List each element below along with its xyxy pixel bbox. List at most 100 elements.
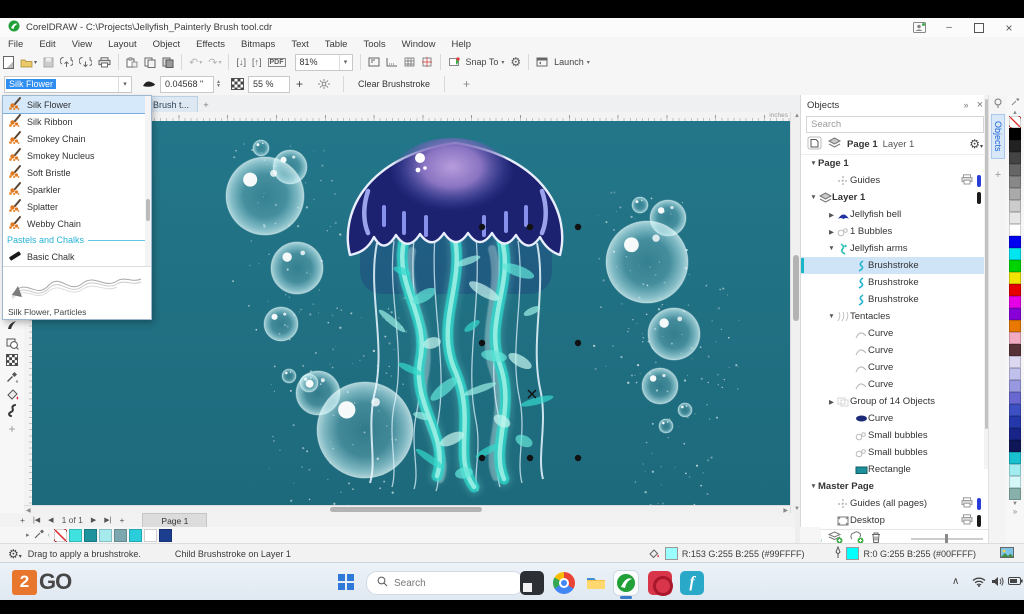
- clear-brushstroke-button[interactable]: Clear Brushstroke: [348, 79, 440, 89]
- transparency-plus-icon[interactable]: +: [296, 77, 303, 91]
- page-tab[interactable]: Page 1: [142, 512, 208, 528]
- selection-handle[interactable]: [574, 223, 582, 231]
- tree-item-curve[interactable]: Curve: [801, 325, 989, 342]
- expand-arrow-icon[interactable]: ▼: [827, 245, 836, 252]
- printable-icon[interactable]: [961, 513, 973, 528]
- export-icon[interactable]: [↑]: [252, 57, 262, 67]
- docpal-scroll-left-icon[interactable]: ‹: [48, 532, 50, 539]
- battery-icon[interactable]: [1008, 576, 1023, 589]
- show-rulers-icon[interactable]: [386, 57, 398, 67]
- dropdown-item-basic-chalk[interactable]: Basic Chalk: [3, 248, 151, 265]
- import-icon[interactable]: [↓]: [236, 57, 246, 67]
- tree-item-small-bubbles[interactable]: Small bubbles: [801, 427, 989, 444]
- fill-color-swatch[interactable]: [664, 547, 678, 560]
- taskbar-coreldraw-icon[interactable]: [614, 571, 638, 599]
- download-icon[interactable]: [79, 56, 93, 68]
- layer-color-bar[interactable]: [977, 174, 981, 187]
- menu-object[interactable]: Object: [145, 37, 188, 51]
- tree-item-brushstroke[interactable]: Brushstroke: [801, 274, 989, 291]
- layer-color-bar[interactable]: [977, 497, 981, 510]
- add-page-right-icon[interactable]: +: [115, 515, 128, 525]
- prev-page-icon[interactable]: ◀: [44, 516, 57, 524]
- menu-edit[interactable]: Edit: [31, 37, 63, 51]
- docpal-swatch-7da7ae[interactable]: [113, 528, 127, 542]
- duplicate-icon[interactable]: [162, 57, 174, 68]
- wifi-icon[interactable]: [972, 576, 986, 590]
- minimize-button[interactable]: –: [934, 18, 964, 37]
- dropdown-item-smokey-chain[interactable]: Smokey Chain: [3, 130, 151, 147]
- tree-item-1-bubbles[interactable]: ▶ 1 Bubbles: [801, 223, 989, 240]
- options-gear-icon[interactable]: ⚙: [510, 55, 521, 69]
- selection-handle[interactable]: [574, 454, 582, 462]
- objects-search-input[interactable]: Search: [806, 116, 984, 133]
- last-page-icon[interactable]: ▶|: [100, 516, 115, 524]
- palette-swatch-18c0d0[interactable]: [1009, 451, 1021, 464]
- dropdown-item-soft-bristle[interactable]: Soft Bristle: [3, 164, 151, 181]
- nib-size-field[interactable]: 0.04568 ": [160, 75, 214, 93]
- undo-icon[interactable]: ↶ ▾: [189, 56, 202, 69]
- artistic-media-tool-icon[interactable]: [3, 402, 21, 418]
- docpal-swatch-none[interactable]: [53, 528, 67, 542]
- layer-color-bar[interactable]: [977, 191, 981, 204]
- menu-bitmaps[interactable]: Bitmaps: [233, 37, 283, 51]
- menu-view[interactable]: View: [64, 37, 100, 51]
- docker-pin-icon[interactable]: [993, 98, 1003, 110]
- fill-tool-icon[interactable]: [3, 386, 21, 402]
- docker-options-gear-icon[interactable]: ⚙▾: [969, 137, 983, 151]
- palette-swatch-2438ac[interactable]: [1009, 416, 1021, 428]
- palette-swatch-888888[interactable]: [1009, 176, 1021, 188]
- save-icon[interactable]: [43, 57, 54, 68]
- menu-help[interactable]: Help: [443, 37, 479, 51]
- palette-swatch-182488[interactable]: [1009, 427, 1021, 440]
- selection-handle[interactable]: [478, 223, 486, 231]
- palette-swatch-222222[interactable]: [1009, 140, 1021, 152]
- palette-swatch-e60000[interactable]: [1009, 284, 1021, 296]
- palette-swatch-666666[interactable]: [1009, 164, 1021, 176]
- palette-swatch-none[interactable]: [1009, 116, 1021, 128]
- tree-item-brushstroke[interactable]: Brushstroke: [801, 291, 989, 308]
- expand-arrow-icon[interactable]: ▼: [809, 160, 818, 167]
- tree-item-jellyfish-arms[interactable]: ▼ Jellyfish arms: [801, 240, 989, 257]
- tree-item-curve[interactable]: Curve: [801, 410, 989, 427]
- expand-arrow-icon[interactable]: ▶: [827, 211, 836, 219]
- launch-dropdown[interactable]: Launch ▾: [554, 57, 590, 67]
- nib-shape-icon[interactable]: [142, 79, 156, 89]
- upload-icon[interactable]: [60, 56, 74, 68]
- palette-swatch-9898e0[interactable]: [1009, 380, 1021, 392]
- palette-swatch-f0e400[interactable]: [1009, 272, 1021, 284]
- menu-tools[interactable]: Tools: [355, 37, 393, 51]
- opacity-slider[interactable]: [911, 534, 983, 544]
- docker-tab-objects[interactable]: Objects: [991, 114, 1005, 159]
- add-tool-icon[interactable]: +: [3, 421, 21, 437]
- expand-arrow-icon[interactable]: ▼: [809, 194, 818, 201]
- palette-swatch-444444[interactable]: [1009, 152, 1021, 164]
- palette-eyedropper-icon[interactable]: [1011, 97, 1020, 108]
- transparency-pattern-icon[interactable]: [230, 78, 244, 90]
- docpal-swatch-2bcddb[interactable]: [128, 528, 142, 542]
- copy-icon[interactable]: [144, 57, 156, 68]
- palette-swatch-000000[interactable]: [1009, 128, 1021, 140]
- new-document-icon[interactable]: [3, 55, 14, 69]
- tree-item-rectangle[interactable]: Rectangle: [801, 461, 989, 478]
- palette-swatch-a0ecf0[interactable]: [1009, 463, 1021, 476]
- tree-item-group-of-14-objects[interactable]: ▶ Group of 14 Objects: [801, 393, 989, 410]
- palette-swatch-ffffff[interactable]: [1009, 224, 1021, 236]
- selection-handle[interactable]: [526, 454, 534, 462]
- layers-view-icon[interactable]: [827, 136, 842, 152]
- add-page-left-icon[interactable]: +: [16, 515, 29, 525]
- add-preset-icon[interactable]: +: [463, 77, 470, 91]
- docpal-swatch-1e939c[interactable]: [83, 528, 97, 542]
- dropdown-item-silk-flower[interactable]: Silk Flower: [3, 96, 151, 114]
- show-grid-icon[interactable]: [404, 57, 415, 67]
- palette-swatch-e87800[interactable]: [1009, 320, 1021, 332]
- page-view-icon[interactable]: [807, 136, 822, 153]
- palette-swatch-0000f0[interactable]: [1009, 236, 1021, 248]
- docker-close-icon[interactable]: ×: [977, 99, 983, 111]
- start-button[interactable]: [338, 574, 354, 590]
- guidelines-icon[interactable]: [421, 57, 433, 67]
- palette-expand-icon[interactable]: »: [1013, 507, 1017, 516]
- redo-icon[interactable]: ↷ ▾: [208, 56, 221, 69]
- mesh-fill-tool-icon[interactable]: [3, 352, 21, 368]
- taskbar-photopaint-icon[interactable]: [648, 571, 673, 596]
- current-layer-label[interactable]: Layer 1: [883, 139, 915, 150]
